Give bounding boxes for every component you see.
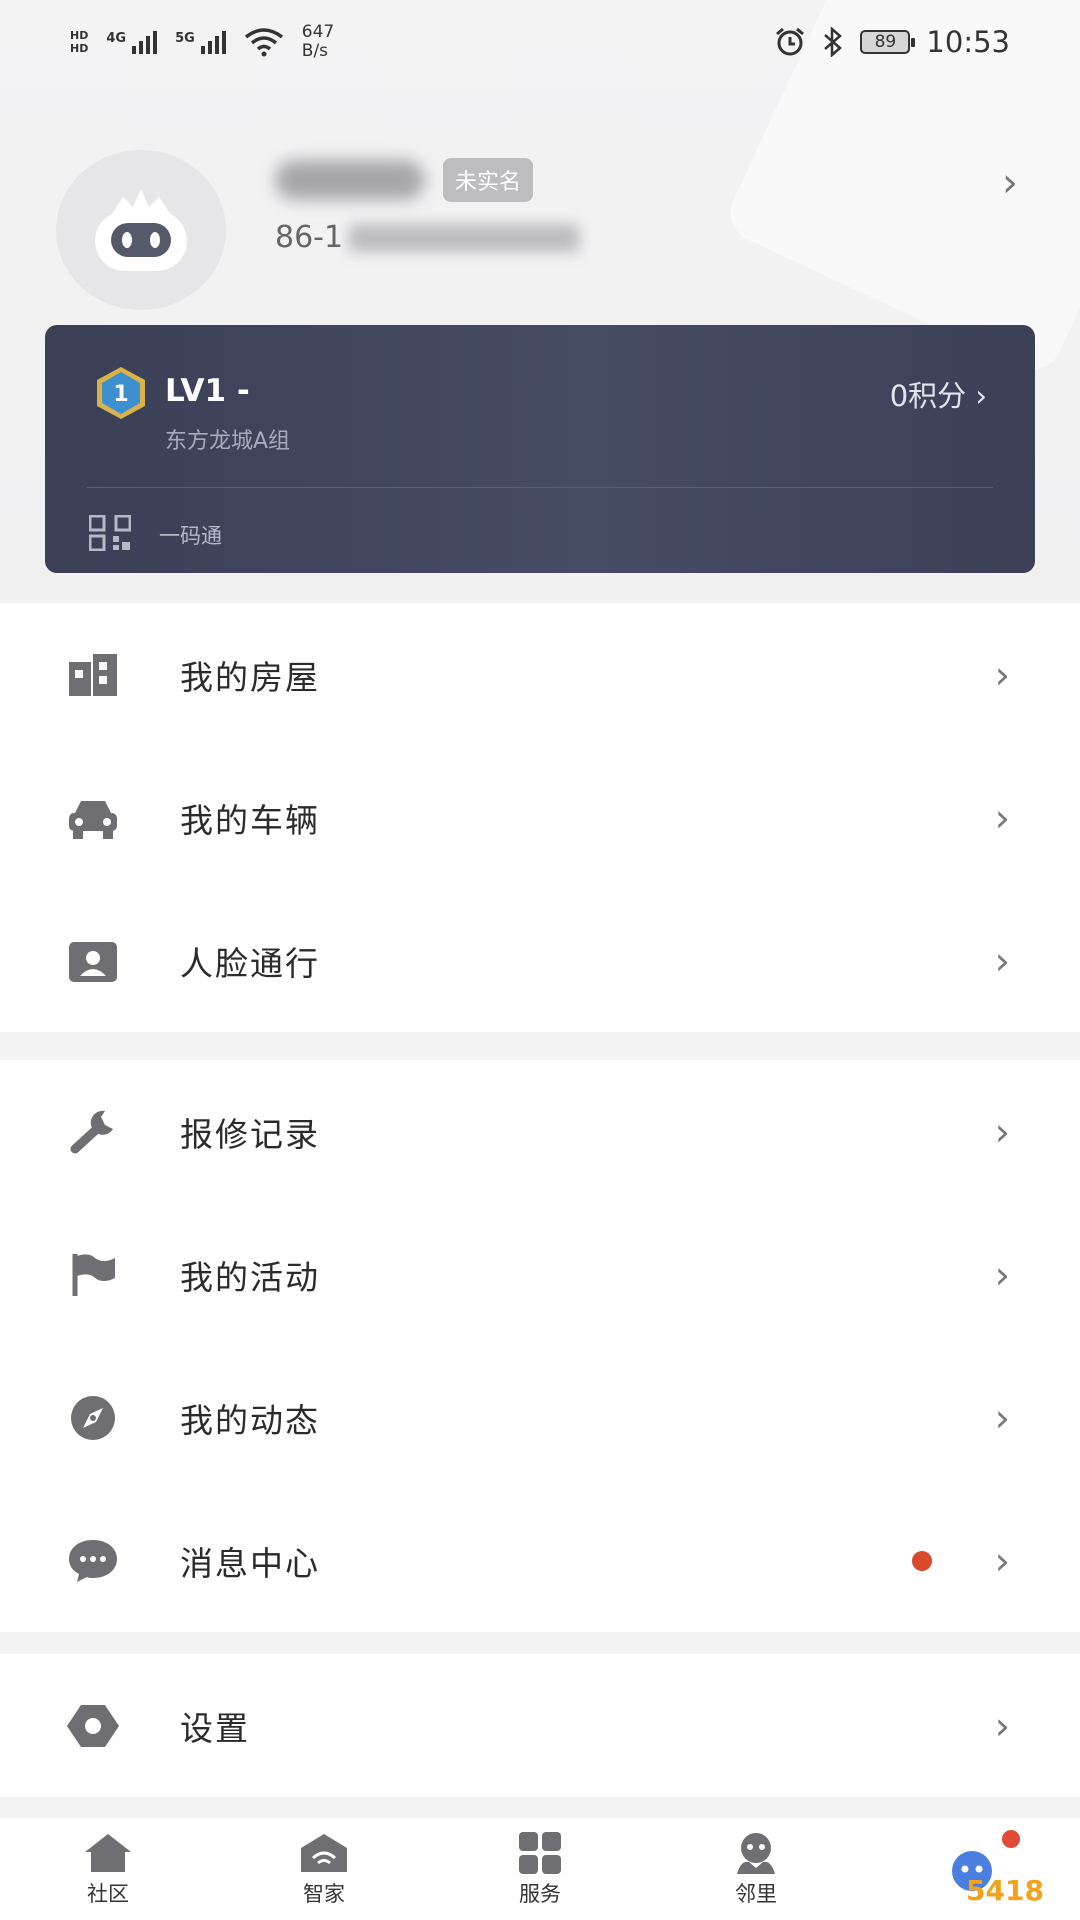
menu-label: 人脸通行: [180, 943, 320, 983]
level-text: LV1 -: [165, 373, 250, 409]
watermark-logo: 5418: [966, 1873, 1044, 1907]
menu-item-face-access[interactable]: 人脸通行 ›: [0, 889, 1080, 1032]
phone-prefix: 86-1: [275, 220, 344, 255]
menu-group-settings: 设置 ›: [0, 1654, 1080, 1797]
qr-code-icon[interactable]: [89, 515, 131, 551]
settings-hexagon-icon: [67, 1704, 119, 1747]
status-bar: HD HD 4G 5G 647 B/s 89 10:53: [0, 0, 1080, 84]
chevron-right-icon[interactable]: ›: [1002, 160, 1018, 206]
network-speed: 647 B/s: [302, 23, 334, 61]
hd-label-2: HD: [70, 42, 89, 55]
nav-label: 智家: [303, 1882, 345, 1906]
menu-label: 消息中心: [180, 1543, 320, 1583]
svg-text:1: 1: [113, 382, 128, 407]
speed-value: 647: [301, 22, 335, 42]
menu-item-message-center[interactable]: 消息中心 ›: [0, 1489, 1080, 1632]
nav-smart-home[interactable]: 智家: [234, 1830, 414, 1908]
level-badge-icon: 1: [97, 367, 145, 419]
car-icon: [69, 800, 117, 839]
menu-label: 报修记录: [180, 1114, 320, 1154]
qr-code-label[interactable]: 一码通: [159, 520, 222, 550]
profile-header[interactable]: 未实名 86-1 ›: [0, 110, 1080, 310]
card-divider: [87, 487, 993, 488]
compass-icon: [71, 1395, 115, 1440]
grid-icon: [519, 1832, 561, 1874]
chevron-right-icon: ›: [994, 1252, 1010, 1297]
verification-badge: 未实名: [443, 158, 534, 202]
alarm-icon: [776, 27, 805, 56]
speed-unit: B/s: [301, 41, 329, 61]
signal-5g-icon: 5G: [175, 30, 226, 54]
community-group: 东方龙城A组: [165, 429, 291, 454]
menu-label: 设置: [180, 1708, 250, 1748]
nav-label: 社区: [87, 1882, 129, 1906]
nav-services[interactable]: 服务: [450, 1830, 630, 1908]
face-id-icon: [69, 941, 117, 982]
points-link[interactable]: 0积分 ›: [890, 373, 987, 415]
signal-4g-label: 4G: [106, 30, 127, 46]
home-icon: [85, 1834, 131, 1872]
unread-dot: [912, 1550, 932, 1571]
nav-badge-dot: [1002, 1830, 1020, 1848]
menu-item-my-house[interactable]: 我的房屋 ›: [0, 603, 1080, 746]
user-name-blurred: [275, 160, 425, 200]
battery-icon: 89: [860, 30, 916, 54]
menu-item-settings[interactable]: 设置 ›: [0, 1654, 1080, 1797]
status-left: HD HD 4G 5G 647 B/s: [70, 23, 334, 61]
hd-indicator: HD HD: [70, 29, 88, 55]
menu-group-activity: 报修记录 › 我的活动 › 我的动态 › 消息中心 ›: [0, 1060, 1080, 1632]
flag-icon: [72, 1253, 115, 1296]
menu-item-my-posts[interactable]: 我的动态 ›: [0, 1346, 1080, 1489]
points-value: 0积分: [889, 379, 967, 413]
chevron-right-icon: ›: [994, 1395, 1010, 1440]
phone-blurred: [349, 223, 580, 252]
chevron-right-icon: ›: [994, 1538, 1010, 1583]
phone-number: 86-1: [275, 220, 580, 255]
avatar[interactable]: [56, 150, 226, 310]
nav-label: 服务: [519, 1882, 561, 1906]
menu-item-my-activities[interactable]: 我的活动 ›: [0, 1203, 1080, 1346]
robot-avatar-icon: [95, 189, 187, 271]
chevron-right-icon: ›: [994, 938, 1010, 983]
wrench-icon: [70, 1110, 113, 1153]
chevron-right-icon: ›: [994, 795, 1010, 840]
battery-level: 89: [874, 32, 897, 52]
smart-home-icon: [301, 1834, 347, 1872]
clock: 10:53: [926, 25, 1010, 59]
chevron-right-icon: ›: [994, 652, 1010, 697]
menu-group-property: 我的房屋 › 我的车辆 › 人脸通行 ›: [0, 603, 1080, 1032]
menu-label: 我的车辆: [180, 800, 320, 840]
signal-5g-label: 5G: [175, 30, 195, 46]
chevron-right-icon: ›: [994, 1109, 1010, 1154]
neighbor-icon: [737, 1833, 775, 1874]
menu-label: 我的活动: [180, 1257, 320, 1297]
menu-item-my-vehicle[interactable]: 我的车辆 ›: [0, 746, 1080, 889]
nav-community[interactable]: 社区: [18, 1830, 198, 1908]
nav-neighbors[interactable]: 邻里: [666, 1830, 846, 1908]
signal-4g-icon: 4G: [106, 30, 158, 54]
bottom-nav: 社区 智家 服务 邻里: [0, 1818, 1080, 1920]
chat-bubble-icon: [69, 1539, 117, 1582]
wifi-icon: [244, 28, 283, 57]
nav-label: 邻里: [735, 1882, 777, 1906]
menu-label: 我的动态: [180, 1400, 320, 1440]
chevron-right-icon: ›: [994, 1703, 1010, 1748]
status-right: 89 10:53: [774, 25, 1010, 59]
building-icon: [69, 653, 117, 696]
chevron-right-icon: ›: [975, 379, 987, 413]
bluetooth-icon: [824, 27, 843, 57]
level-card[interactable]: 1 LV1 - 东方龙城A组 0积分 › 一码通: [45, 325, 1035, 573]
menu-label: 我的房屋: [180, 657, 320, 697]
hd-label-1: HD: [70, 29, 89, 42]
menu-item-repair-records[interactable]: 报修记录 ›: [0, 1060, 1080, 1203]
